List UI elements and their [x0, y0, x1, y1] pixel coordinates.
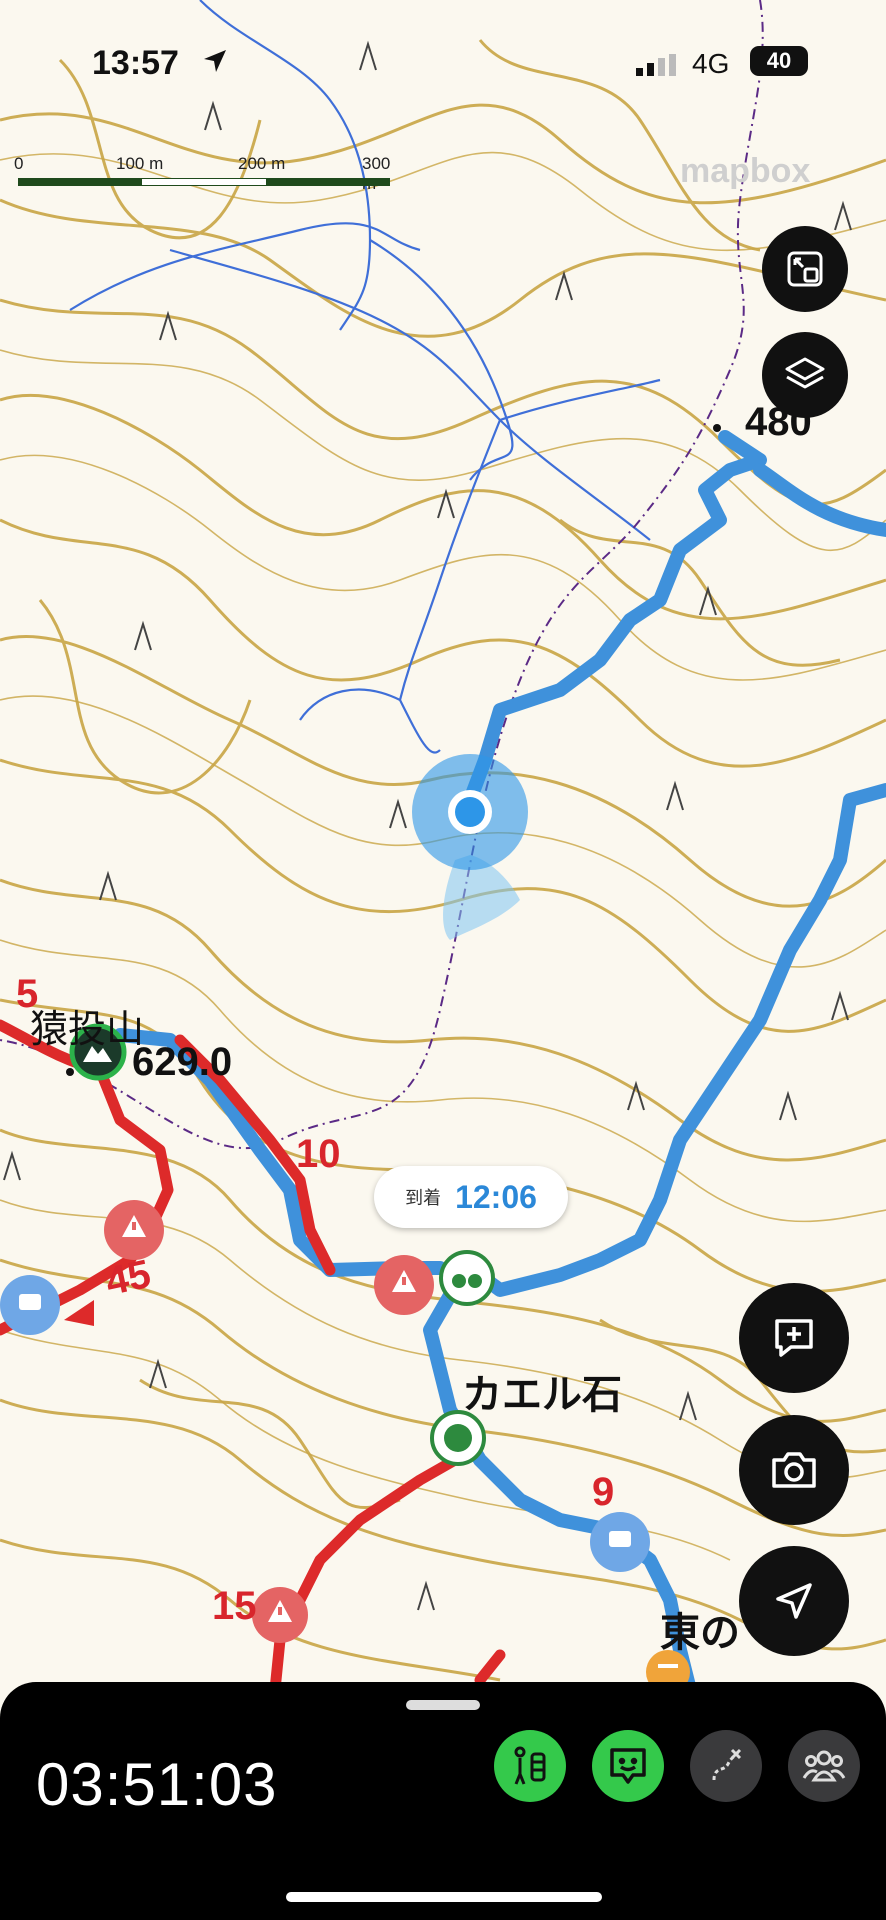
route-edit-button[interactable] — [690, 1730, 762, 1802]
camera-icon — [772, 1452, 816, 1488]
eta-label: 到着 — [405, 1188, 442, 1208]
signal-icon — [636, 54, 676, 76]
viewpoint-pin — [439, 1250, 495, 1306]
eta-time: 12:06 — [455, 1178, 537, 1215]
add-memo-button[interactable] — [739, 1283, 849, 1393]
fit-bounds-icon — [787, 251, 823, 287]
course-time-5: 5 — [16, 972, 39, 1016]
scale-label-200: 200 m — [238, 154, 286, 173]
comment-pin-2 — [590, 1512, 650, 1572]
group-button[interactable] — [788, 1730, 860, 1802]
location-arrow-icon — [204, 50, 226, 72]
scale-label-100: 100 m — [116, 154, 164, 173]
comment-pin-1 — [0, 1275, 60, 1335]
scale-label-300: 300 m — [362, 154, 391, 193]
chat-button[interactable] — [592, 1730, 664, 1802]
current-location-button[interactable] — [739, 1546, 849, 1656]
course-time-15: 15 — [212, 1584, 257, 1628]
course-time-9: 9 — [592, 1470, 615, 1514]
course-time-45: 45 — [101, 1251, 155, 1305]
hiker-icon — [514, 1746, 546, 1785]
peak-elevation-label: 629.0 — [132, 1040, 233, 1084]
add-memo-icon — [775, 1319, 813, 1357]
mapbox-attribution[interactable]: mapbox — [680, 152, 810, 191]
fit-bounds-button[interactable] — [762, 226, 848, 312]
home-indicator[interactable] — [286, 1892, 602, 1902]
navigation-arrow-icon — [776, 1583, 812, 1619]
hazard-pin-1 — [104, 1200, 164, 1260]
battery-indicator: 40 — [750, 46, 808, 76]
elapsed-timer: 03:51:03 — [36, 1751, 278, 1818]
layers-icon — [785, 357, 825, 389]
east-label: 東の — [660, 1611, 740, 1655]
status-time: 13:57 — [92, 44, 179, 82]
layers-button[interactable] — [762, 332, 848, 418]
scale-segments — [18, 178, 390, 186]
peak-name-label: 猿投山 — [30, 1009, 145, 1051]
network-type: 4G — [692, 48, 730, 79]
eta-bubble[interactable]: 到着 12:06 — [374, 1166, 568, 1228]
panel-actions — [494, 1730, 860, 1802]
course-time-10: 10 — [296, 1132, 341, 1176]
panel-grabber[interactable] — [406, 1700, 480, 1710]
scale-bar: 0 100 m 200 m 300 m — [14, 154, 391, 194]
hiker-button[interactable] — [494, 1730, 566, 1802]
status-bar: 13:57 4G 40 — [0, 44, 886, 88]
hazard-pin-2 — [374, 1255, 434, 1315]
activity-panel[interactable]: 03:51:03 — [0, 1682, 886, 1920]
route-edit-icon — [712, 1748, 742, 1781]
scale-label-0: 0 — [14, 154, 24, 173]
hazard-pin-3 — [252, 1587, 308, 1643]
group-icon — [802, 1750, 846, 1782]
camera-button[interactable] — [739, 1415, 849, 1525]
rock-name-label: カエル石 — [462, 1373, 622, 1417]
chat-face-icon — [610, 1748, 646, 1784]
